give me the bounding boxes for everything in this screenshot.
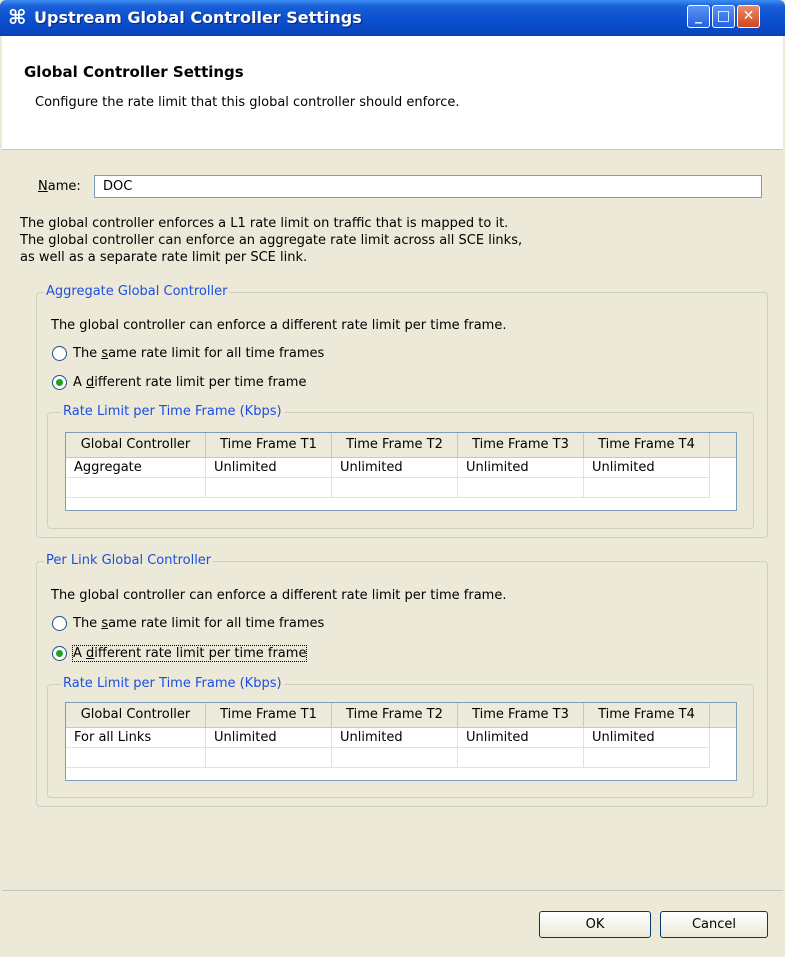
table-cell[interactable]: For all Links bbox=[66, 728, 206, 748]
radio-selected-dot bbox=[56, 379, 63, 386]
footer-divider bbox=[2, 890, 783, 891]
column-header[interactable]: Time Frame T1 bbox=[206, 703, 332, 727]
column-header[interactable]: Time Frame T4 bbox=[584, 433, 710, 457]
table-cell[interactable]: Unlimited bbox=[332, 728, 458, 748]
aggregate-legend: Aggregate Global Controller bbox=[44, 284, 230, 299]
table-header: Global Controller Time Frame T1 Time Fra… bbox=[66, 703, 736, 728]
perlink-same-label[interactable]: The same rate limit for all time frames bbox=[73, 616, 324, 631]
name-label: Name: bbox=[38, 179, 81, 194]
empty-cell bbox=[66, 748, 206, 768]
empty-cell bbox=[66, 478, 206, 498]
minimize-button[interactable]: _ bbox=[687, 5, 710, 28]
empty-cell bbox=[458, 748, 584, 768]
perlink-legend: Per Link Global Controller bbox=[44, 553, 214, 568]
table-cell[interactable]: Unlimited bbox=[584, 458, 710, 478]
perlink-same-radio[interactable] bbox=[52, 616, 67, 631]
table-cell[interactable]: Aggregate bbox=[66, 458, 206, 478]
radio-selected-dot bbox=[56, 650, 63, 657]
table-header: Global Controller Time Frame T1 Time Fra… bbox=[66, 433, 736, 458]
maximize-button[interactable]: □ bbox=[712, 5, 735, 28]
info-line-3: as well as a separate rate limit per SCE… bbox=[20, 250, 308, 265]
ok-button[interactable]: OK bbox=[539, 911, 651, 938]
empty-cell bbox=[458, 478, 584, 498]
aggregate-same-radio[interactable] bbox=[52, 346, 67, 361]
aggregate-diff-label[interactable]: A different rate limit per time frame bbox=[73, 375, 306, 390]
column-header[interactable]: Time Frame T3 bbox=[458, 433, 584, 457]
column-header[interactable]: Global Controller bbox=[66, 703, 206, 727]
window-title: Upstream Global Controller Settings bbox=[34, 8, 362, 27]
perlink-diff-label[interactable]: A different rate limit per time frame bbox=[71, 645, 308, 662]
aggregate-table-legend: Rate Limit per Time Frame (Kbps) bbox=[61, 404, 284, 419]
empty-cell bbox=[584, 478, 710, 498]
title-bar[interactable]: ⌘ Upstream Global Controller Settings _ … bbox=[0, 0, 785, 36]
cancel-button[interactable]: Cancel bbox=[660, 911, 768, 938]
aggregate-diff-radio[interactable] bbox=[52, 375, 67, 390]
aggregate-same-label[interactable]: The same rate limit for all time frames bbox=[73, 346, 324, 361]
column-header[interactable]: Time Frame T3 bbox=[458, 703, 584, 727]
column-header[interactable]: Time Frame T2 bbox=[332, 703, 458, 727]
empty-cell bbox=[332, 748, 458, 768]
perlink-diff-radio[interactable] bbox=[52, 646, 67, 661]
column-header[interactable]: Time Frame T2 bbox=[332, 433, 458, 457]
empty-cell bbox=[332, 478, 458, 498]
column-header[interactable]: Time Frame T4 bbox=[584, 703, 710, 727]
page-description: Configure the rate limit that this globa… bbox=[35, 95, 460, 110]
empty-cell bbox=[584, 748, 710, 768]
info-line-1: The global controller enforces a L1 rate… bbox=[20, 216, 509, 231]
perlink-table-legend: Rate Limit per Time Frame (Kbps) bbox=[61, 676, 284, 691]
page-title: Global Controller Settings bbox=[24, 63, 244, 81]
info-line-2: The global controller can enforce an agg… bbox=[20, 233, 523, 248]
empty-cell bbox=[206, 478, 332, 498]
close-button[interactable]: ✕ bbox=[737, 5, 760, 28]
table-cell[interactable]: Unlimited bbox=[458, 728, 584, 748]
dialog-header: Global Controller Settings Configure the… bbox=[2, 36, 783, 150]
dialog-window: ⌘ Upstream Global Controller Settings _ … bbox=[0, 0, 785, 957]
table-cell[interactable]: Unlimited bbox=[206, 728, 332, 748]
perlink-table[interactable]: Global Controller Time Frame T1 Time Fra… bbox=[65, 702, 737, 781]
aggregate-text: The global controller can enforce a diff… bbox=[51, 318, 507, 333]
table-cell[interactable]: Unlimited bbox=[584, 728, 710, 748]
table-cell[interactable]: Unlimited bbox=[332, 458, 458, 478]
table-cell[interactable]: Unlimited bbox=[206, 458, 332, 478]
perlink-text: The global controller can enforce a diff… bbox=[51, 588, 507, 603]
column-header[interactable]: Global Controller bbox=[66, 433, 206, 457]
table-cell[interactable]: Unlimited bbox=[458, 458, 584, 478]
column-header[interactable]: Time Frame T1 bbox=[206, 433, 332, 457]
gear-icon: ⌘ bbox=[8, 5, 27, 29]
empty-cell bbox=[206, 748, 332, 768]
name-input[interactable] bbox=[94, 175, 762, 198]
aggregate-table[interactable]: Global Controller Time Frame T1 Time Fra… bbox=[65, 432, 737, 511]
